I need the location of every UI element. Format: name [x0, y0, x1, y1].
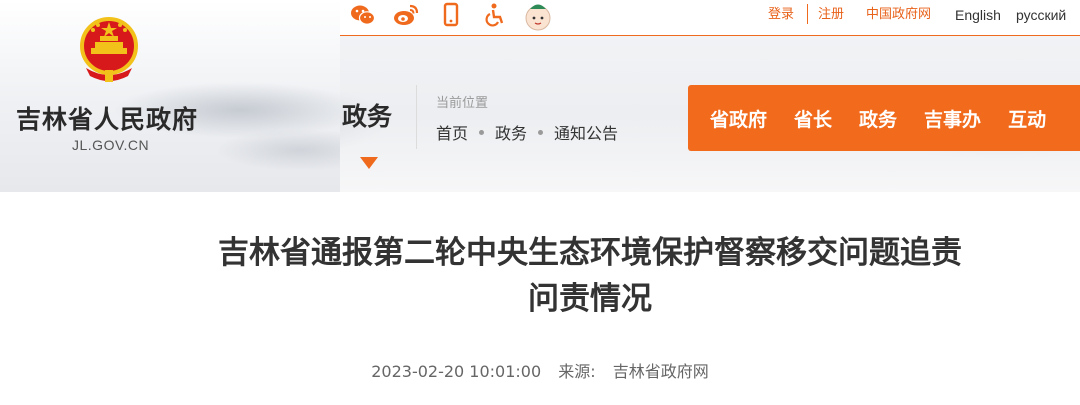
- article-meta: 2023-02-20 10:01:00 来源: 吉林省政府网: [0, 358, 1080, 382]
- section-caret-icon: [360, 157, 378, 169]
- article-datetime: 2023-02-20 10:01:00: [371, 362, 542, 381]
- breadcrumb: 首页 政务 通知公告: [436, 120, 618, 144]
- site-name[interactable]: 吉林省人民政府: [16, 100, 198, 136]
- register-link[interactable]: 注册: [818, 6, 844, 24]
- header-logo-area: [0, 0, 340, 192]
- mobile-icon[interactable]: [438, 2, 464, 28]
- nav-item-affairs[interactable]: 政务: [859, 105, 897, 132]
- article-title-line: 问责情况: [528, 281, 652, 317]
- accessibility-icon[interactable]: [482, 2, 508, 28]
- article-title: 吉林省通报第二轮中央生态环境保护督察移交问题追责 问责情况: [150, 230, 1030, 322]
- national-emblem-icon[interactable]: [78, 16, 140, 86]
- breadcrumb-separator: [479, 129, 485, 135]
- nav-item-interaction[interactable]: 互动: [1008, 105, 1046, 132]
- divider: [807, 4, 808, 24]
- login-link[interactable]: 登录: [768, 6, 794, 24]
- wechat-icon[interactable]: [350, 2, 376, 28]
- top-bar: 登录 注册 中国政府网 English русский: [340, 0, 1080, 36]
- weibo-icon[interactable]: [393, 2, 419, 28]
- nav-item-governor[interactable]: 省长: [794, 105, 832, 132]
- breadcrumb-notices[interactable]: 通知公告: [554, 120, 618, 144]
- china-gov-link[interactable]: 中国政府网: [866, 6, 931, 24]
- main-nav: 省政府 省长 政务 吉事办 互动: [688, 85, 1080, 151]
- source-label: 来源:: [558, 362, 596, 381]
- site-domain: JL.GOV.CN: [72, 137, 150, 153]
- mascot-icon[interactable]: [522, 0, 554, 32]
- breadcrumb-home[interactable]: 首页: [436, 120, 468, 144]
- breadcrumb-separator: [538, 129, 544, 135]
- article-source: 吉林省政府网: [612, 362, 709, 381]
- section-title: 政务: [342, 102, 393, 131]
- breadcrumb-label: 当前位置: [436, 96, 489, 111]
- article-title-line: 吉林省通报第二轮中央生态环境保护督察移交问题追责: [218, 235, 962, 271]
- russian-link[interactable]: русский: [1016, 6, 1066, 24]
- nav-item-provincial-gov[interactable]: 省政府: [710, 105, 767, 132]
- nav-item-jishiban[interactable]: 吉事办: [924, 105, 981, 132]
- breadcrumb-affairs[interactable]: 政务: [495, 120, 527, 144]
- divider: [416, 85, 417, 149]
- english-link[interactable]: English: [955, 6, 1001, 24]
